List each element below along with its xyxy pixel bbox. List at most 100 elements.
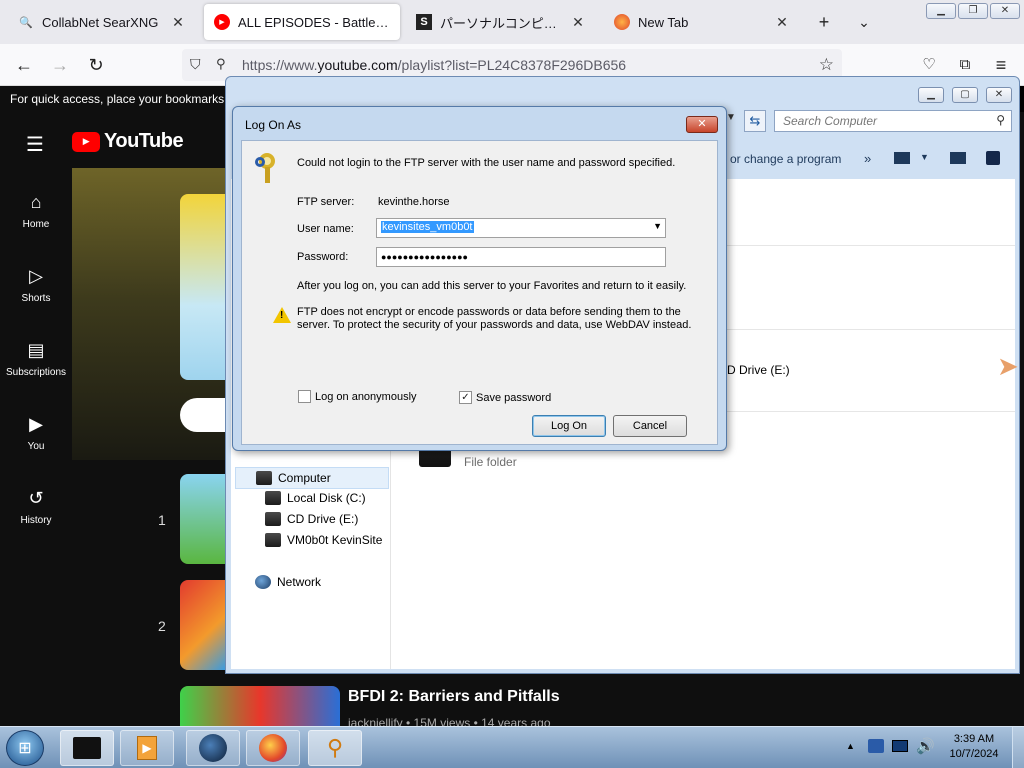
youtube-logo[interactable]: ▶ YouTube <box>72 130 184 153</box>
video-index: 1 <box>158 512 166 528</box>
reload-icon[interactable]: ↻ <box>85 54 107 76</box>
error-message: Could not login to the FTP server with t… <box>297 157 676 169</box>
new-tab-icon[interactable]: + <box>814 12 834 32</box>
search-icon: 🔍 <box>19 16 33 29</box>
explorer-command-bar: or change a program » ▼ <box>726 147 1016 173</box>
nav-label: CD Drive (E:) <box>287 512 359 526</box>
network-status-icon[interactable] <box>892 740 908 752</box>
volume-icon[interactable]: 🔊 <box>916 737 935 755</box>
taskbar-app-firefox[interactable] <box>246 730 300 766</box>
drive-item-label[interactable]: D Drive (E:) <box>727 363 790 377</box>
close-window-icon[interactable]: ✕ <box>986 87 1012 103</box>
preview-pane-icon[interactable] <box>950 152 966 164</box>
video-thumbnail[interactable] <box>180 580 225 670</box>
checkbox-box[interactable] <box>298 390 311 403</box>
taskbar-app-media-player[interactable]: ▶ <box>120 730 174 766</box>
uninstall-program-command[interactable]: or change a program <box>730 152 841 166</box>
cancel-button[interactable]: Cancel <box>613 415 687 437</box>
taskbar-clock[interactable]: 3:39 AM 10/7/2024 <box>944 732 1004 762</box>
tab-label: New Tab <box>638 14 689 30</box>
nav-item-local-disk[interactable]: Local Disk (C:) <box>265 491 366 505</box>
checkbox-box-checked[interactable]: ✓ <box>459 391 472 404</box>
keys-icon <box>255 151 285 185</box>
sidebar-item-shorts[interactable]: ▷ Shorts <box>0 266 72 304</box>
username-label: User name: <box>297 223 354 235</box>
show-desktop-button[interactable] <box>1012 727 1024 768</box>
pocket-icon[interactable]: ♡ <box>918 54 940 76</box>
log-on-button[interactable]: Log On <box>532 415 606 437</box>
sidebar-item-home[interactable]: ⌂ Home <box>0 192 72 230</box>
page-info-icon[interactable]: ⚲ <box>216 56 226 72</box>
video-thumbnail[interactable] <box>180 474 225 564</box>
extensions-icon[interactable]: ⧉ <box>954 54 976 76</box>
sidebar-item-label: Home <box>22 219 50 230</box>
tab-label: ALL EPISODES - Battle for Dream Island <box>238 14 390 30</box>
taskbar-app-vm[interactable] <box>60 730 114 766</box>
video-thumbnail[interactable] <box>180 686 340 726</box>
play-all-button[interactable] <box>180 398 225 432</box>
playlist-cover-thumbnail[interactable] <box>180 194 225 380</box>
restore-icon[interactable]: ❐ <box>958 3 988 19</box>
close-tab-icon[interactable]: ✕ <box>570 14 586 31</box>
tab-new-tab[interactable]: New Tab ✕ <box>604 4 800 40</box>
bookmark-star-icon[interactable]: ☆ <box>819 55 834 75</box>
nav-item-vm-kevinsite[interactable]: VM0b0t KevinSite <box>265 533 382 547</box>
search-computer-input[interactable]: Search Computer ⚲ <box>774 110 1012 132</box>
password-field[interactable]: ●●●●●●●●●●●●●●●● <box>376 247 666 267</box>
warning-icon: ! <box>273 307 291 323</box>
help-icon[interactable] <box>986 151 1000 165</box>
log-on-anonymously-checkbox[interactable]: Log on anonymously <box>298 390 417 403</box>
close-tab-icon[interactable]: ✕ <box>774 14 790 31</box>
maximize-icon[interactable]: ▢ <box>952 87 978 103</box>
hamburger-menu-icon[interactable]: ☰ <box>26 132 44 157</box>
minimize-icon[interactable]: ▁ <box>918 87 944 103</box>
taskbar-app-search[interactable]: ⚲ <box>308 730 362 766</box>
password-label: Password: <box>297 251 349 263</box>
view-options-icon[interactable] <box>894 152 910 164</box>
video-title[interactable]: BFDI 2: Barriers and Pitfalls <box>348 688 560 706</box>
sidebar-item-label: Shorts <box>21 293 51 304</box>
start-button[interactable]: ⊞ <box>6 730 44 766</box>
nav-label: Computer <box>278 471 331 485</box>
clock-date: 10/7/2024 <box>949 748 999 760</box>
refresh-icon[interactable]: ⇆ <box>744 110 766 132</box>
dropdown-arrow-icon[interactable]: ▼ <box>653 221 662 231</box>
close-window-icon[interactable]: ✕ <box>990 3 1020 19</box>
logo-text: YouTube <box>104 130 184 152</box>
back-icon[interactable]: ← <box>13 54 35 76</box>
browser-tab-bar: 🔍 CollabNet SearXNG ✕ ▶ ALL EPISODES - B… <box>0 0 1024 44</box>
nav-item-network[interactable]: Network <box>255 575 321 589</box>
youtube-icon: ▶ <box>214 14 230 30</box>
shield-icon[interactable]: ⛉ <box>190 56 201 73</box>
tab-personal-computer[interactable]: S パーソナルコンピューター ✕ <box>406 4 596 40</box>
log-on-as-dialog: Log On As ✕ Could not login to the FTP s… <box>232 106 727 451</box>
dropdown-arrow-icon[interactable]: ▼ <box>726 112 736 123</box>
menu-icon[interactable]: ≡ <box>990 54 1012 76</box>
more-commands-icon[interactable]: » <box>864 151 871 166</box>
tab-bfdi-playlist[interactable]: ▶ ALL EPISODES - Battle for Dream Island <box>204 4 400 40</box>
nav-item-computer[interactable]: Computer <box>235 467 389 489</box>
tray-app-icon[interactable] <box>868 739 884 753</box>
tab-searxng[interactable]: 🔍 CollabNet SearXNG ✕ <box>8 4 196 40</box>
close-dialog-button[interactable]: ✕ <box>686 116 718 133</box>
list-tabs-icon[interactable]: ⌄ <box>854 12 874 32</box>
show-hidden-icons[interactable]: ▲ <box>846 741 855 751</box>
minimize-icon[interactable]: ▁ <box>926 3 956 19</box>
sidebar-item-you[interactable]: ▶ You <box>0 414 72 452</box>
sidebar-item-subscriptions[interactable]: ▤ Subscriptions <box>0 340 72 378</box>
forward-icon[interactable]: → <box>49 54 71 76</box>
sidebar-item-label: History <box>20 515 52 526</box>
password-value: ●●●●●●●●●●●●●●●● <box>381 252 468 262</box>
taskbar-app-network[interactable] <box>186 730 240 766</box>
username-combobox[interactable]: kevinsites_vm0b0t ▼ <box>376 218 666 238</box>
view-dropdown-icon[interactable]: ▼ <box>920 152 929 162</box>
nav-item-cd-drive[interactable]: CD Drive (E:) <box>265 512 358 526</box>
close-tab-icon[interactable]: ✕ <box>170 14 186 31</box>
nav-label: Local Disk (C:) <box>287 491 366 505</box>
home-icon: ⌂ <box>30 192 42 212</box>
save-password-checkbox[interactable]: ✓ Save password <box>459 391 551 404</box>
sidebar-item-history[interactable]: ↺ History <box>0 488 72 526</box>
network-drive-icon <box>265 533 281 547</box>
video-index: 2 <box>158 618 166 634</box>
computer-icon <box>256 471 272 485</box>
